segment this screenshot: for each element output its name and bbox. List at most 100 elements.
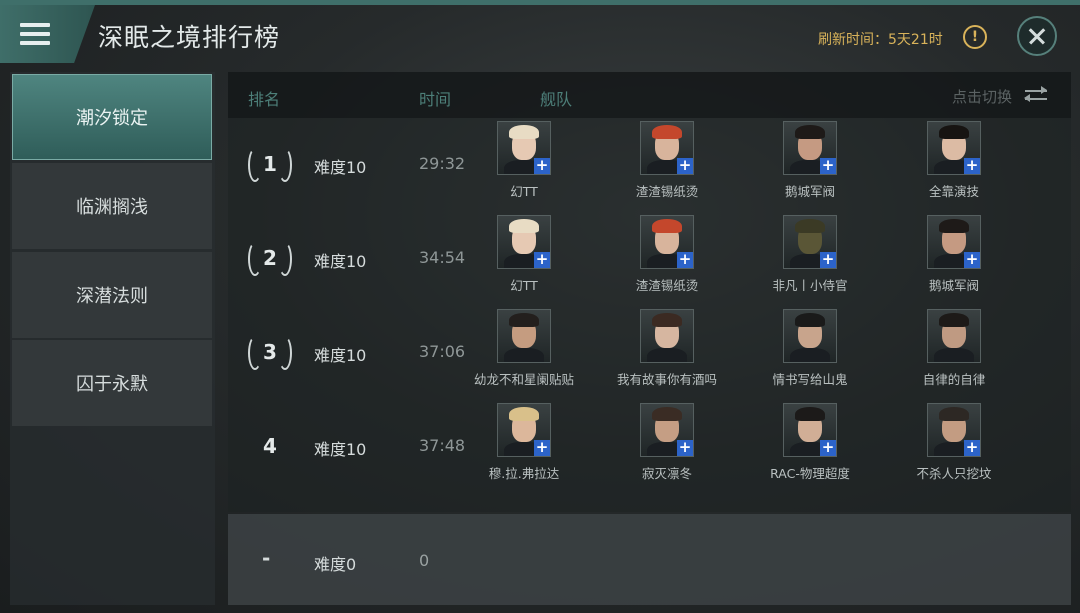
member-name: 幻TT xyxy=(510,278,538,293)
header: 深眠之境排行榜 刷新时间：5天21时 ! xyxy=(0,5,1080,67)
toggle-view-label[interactable]: 点击切换 xyxy=(952,86,1012,107)
info-alert-icon[interactable]: ! xyxy=(963,25,987,49)
fleet-member[interactable]: + 幻TT xyxy=(454,121,594,200)
fleet-member[interactable]: + 幻TT xyxy=(454,215,594,294)
member-name: 我有故事你有酒吗 xyxy=(616,372,717,387)
sidebar-item-eternal-silence[interactable]: 囚于永默 xyxy=(12,340,212,426)
rank-number: 2 xyxy=(263,246,277,270)
fleet-member[interactable]: + 不杀人只挖坟 xyxy=(884,403,1024,482)
fleet-member[interactable]: 自律的自律 xyxy=(884,309,1024,388)
avatar[interactable]: + xyxy=(927,215,981,269)
page-title: 深眠之境排行榜 xyxy=(98,23,281,52)
add-friend-icon[interactable]: + xyxy=(820,440,836,456)
avatar[interactable]: + xyxy=(783,121,837,175)
laurel-left-icon xyxy=(248,148,262,182)
sidebar-item-deep-dive-rule[interactable]: 深潜法则 xyxy=(12,252,212,338)
add-friend-icon[interactable]: + xyxy=(820,158,836,174)
member-name: RAC-物理超度 xyxy=(770,466,850,481)
leaderboard-panel: 排名 时间 舰队 点击切换 1 难度10 29:32 + 幻TT + 渣渣锡纸烫 + 鹅城军阀 +… xyxy=(228,72,1071,605)
member-name: 自律的自律 xyxy=(922,372,986,387)
avatar[interactable]: + xyxy=(783,403,837,457)
add-friend-icon[interactable]: + xyxy=(677,252,693,268)
fleet-member[interactable]: + 非凡丨小侍官 xyxy=(740,215,880,294)
difficulty-label: 难度10 xyxy=(314,346,367,365)
member-name: 幼龙不和星阑贴贴 xyxy=(473,372,574,387)
difficulty-label: 难度10 xyxy=(314,440,367,459)
fleet-member[interactable]: + 穆.拉.弗拉达 xyxy=(454,403,594,482)
fleet-member[interactable]: 幼龙不和星阑贴贴 xyxy=(454,309,594,388)
avatar[interactable]: + xyxy=(497,121,551,175)
sidebar-item-abyss-stranded[interactable]: 临渊搁浅 xyxy=(12,163,212,249)
add-friend-icon[interactable]: + xyxy=(534,252,550,268)
fleet-member[interactable]: + 鹅城军阀 xyxy=(740,121,880,200)
table-row[interactable]: 1 难度10 29:32 + 幻TT + 渣渣锡纸烫 + 鹅城军阀 + 全靠演技 xyxy=(228,118,1071,212)
fleet-member[interactable]: 情书写给山鬼 xyxy=(740,309,880,388)
avatar[interactable]: + xyxy=(927,403,981,457)
avatar[interactable]: + xyxy=(497,403,551,457)
table-row[interactable]: 3 难度10 37:06 幼龙不和星阑贴贴 我有故事你有酒吗 情书写给山鬼 自律的自律 xyxy=(228,306,1071,400)
fleet-member[interactable]: + 寂灭凛冬 xyxy=(597,403,737,482)
add-friend-icon[interactable]: + xyxy=(964,252,980,268)
member-name: 穆.拉.弗拉达 xyxy=(488,466,560,481)
my-difficulty: 难度0 xyxy=(314,555,357,574)
member-name: 渣渣锡纸烫 xyxy=(635,278,699,293)
table-row[interactable]: 4 难度10 37:48 + 穆.拉.弗拉达 + 寂灭凛冬 + RAC-物理超度 + 不杀人只挖坟 xyxy=(228,400,1071,494)
add-friend-icon[interactable]: + xyxy=(534,440,550,456)
my-rank: - xyxy=(262,546,271,570)
avatar[interactable]: + xyxy=(927,121,981,175)
fleet-member[interactable]: 我有故事你有酒吗 xyxy=(597,309,737,388)
add-friend-icon[interactable]: + xyxy=(964,158,980,174)
avatar[interactable] xyxy=(497,309,551,363)
member-name: 非凡丨小侍官 xyxy=(772,278,848,293)
add-friend-icon[interactable]: + xyxy=(677,440,693,456)
laurel-right-icon xyxy=(278,336,292,370)
add-friend-icon[interactable]: + xyxy=(534,158,550,174)
rank-number: 1 xyxy=(263,152,277,176)
fleet-member[interactable]: + 渣渣锡纸烫 xyxy=(597,121,737,200)
laurel-right-icon xyxy=(278,148,292,182)
avatar[interactable] xyxy=(783,309,837,363)
difficulty-label: 难度10 xyxy=(314,252,367,271)
member-name: 幻TT xyxy=(510,184,538,199)
fleet-member[interactable]: + 渣渣锡纸烫 xyxy=(597,215,737,294)
fleet-member[interactable]: + 鹅城军阀 xyxy=(884,215,1024,294)
add-friend-icon[interactable]: + xyxy=(677,158,693,174)
rank-number: 4 xyxy=(263,434,277,458)
my-record-row: - 难度0 0 xyxy=(228,514,1071,605)
member-name: 鹅城军阀 xyxy=(928,278,979,293)
close-button[interactable] xyxy=(1017,16,1057,56)
member-name: 鹅城军阀 xyxy=(784,184,835,199)
member-name: 渣渣锡纸烫 xyxy=(635,184,699,199)
rank-badge: 1 xyxy=(242,144,298,184)
rank-badge: 4 xyxy=(242,426,298,466)
difficulty-label: 难度10 xyxy=(314,158,367,177)
add-friend-icon[interactable]: + xyxy=(964,440,980,456)
table-row[interactable]: 2 难度10 34:54 + 幻TT + 渣渣锡纸烫 + 非凡丨小侍官 + 鹅城军阀 xyxy=(228,212,1071,306)
menu-button[interactable] xyxy=(0,5,95,63)
swap-arrows-icon[interactable] xyxy=(1024,85,1047,105)
member-name: 寂灭凛冬 xyxy=(641,466,692,481)
avatar[interactable]: + xyxy=(783,215,837,269)
avatar[interactable]: + xyxy=(640,121,694,175)
laurel-right-icon xyxy=(278,242,292,276)
avatar[interactable]: + xyxy=(640,403,694,457)
member-name: 全靠演技 xyxy=(928,184,979,199)
column-header-time: 时间 xyxy=(419,90,452,109)
sidebar-item-tidal-lock[interactable]: 潮汐锁定 xyxy=(12,74,212,160)
fleet-member[interactable]: + 全靠演技 xyxy=(884,121,1024,200)
table-header: 排名 时间 舰队 点击切换 xyxy=(228,72,1071,118)
avatar[interactable] xyxy=(640,309,694,363)
rank-badge: 2 xyxy=(242,238,298,278)
avatar[interactable] xyxy=(927,309,981,363)
fleet-member[interactable]: + RAC-物理超度 xyxy=(740,403,880,482)
laurel-left-icon xyxy=(248,336,262,370)
rank-badge: 3 xyxy=(242,332,298,372)
avatar[interactable]: + xyxy=(497,215,551,269)
leaderboard-rows[interactable]: 1 难度10 29:32 + 幻TT + 渣渣锡纸烫 + 鹅城军阀 + 全靠演技 2 难度10 34:54… xyxy=(228,118,1071,512)
refresh-timer: 刷新时间：5天21时 xyxy=(818,32,943,48)
hamburger-icon xyxy=(20,23,50,50)
laurel-left-icon xyxy=(248,242,262,276)
avatar[interactable]: + xyxy=(640,215,694,269)
add-friend-icon[interactable]: + xyxy=(820,252,836,268)
column-header-rank: 排名 xyxy=(248,90,281,109)
